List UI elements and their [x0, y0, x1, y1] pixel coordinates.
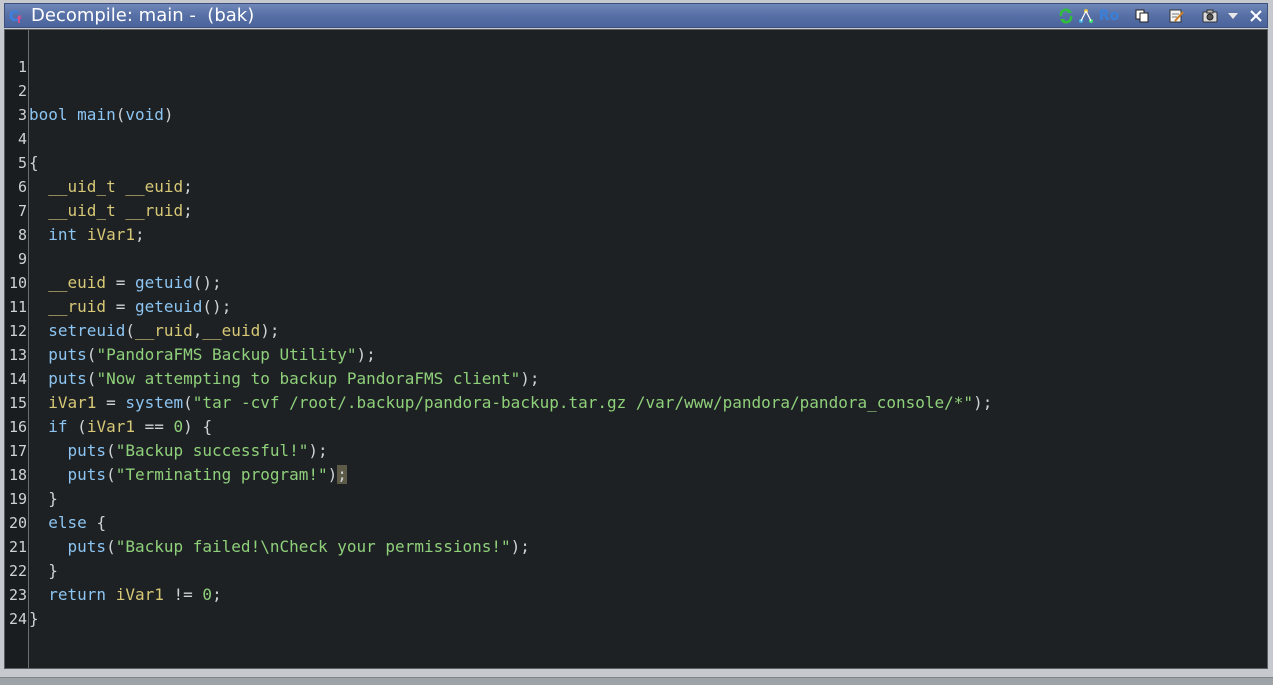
code-line[interactable]: 11 setreuid(__ruid,__euid); — [5, 271, 1265, 340]
code-line[interactable]: 9 __euid = getuid(); — [5, 223, 1265, 292]
close-icon — [1250, 10, 1262, 22]
code-line[interactable]: 1 — [5, 31, 1265, 76]
code-line[interactable]: 7 int iVar1; — [5, 175, 1265, 244]
edit-button[interactable] — [1167, 6, 1185, 26]
code-line[interactable]: 8 — [5, 199, 1265, 244]
copy-icon — [1135, 9, 1149, 23]
code-line[interactable]: 18 } — [5, 439, 1265, 508]
code-line[interactable]: 20 puts("Backup failed!\nCheck your perm… — [5, 487, 1265, 556]
menu-dropdown-button[interactable] — [1225, 6, 1241, 26]
code-line[interactable]: 10 __ruid = geteuid(); — [5, 247, 1265, 316]
graph-icon — [1079, 9, 1093, 23]
code-line[interactable]: 17 puts("Terminating program!"); — [5, 415, 1265, 484]
dropdown-icon — [1228, 13, 1238, 19]
decompiler-icon: C f — [9, 9, 22, 25]
close-button[interactable] — [1247, 6, 1265, 26]
graph-button[interactable] — [1077, 6, 1095, 26]
code-line[interactable]: 16 puts("Backup successful!"); — [5, 391, 1265, 460]
code-line[interactable]: 4 { — [5, 103, 1265, 172]
snapshot-icon — [1202, 9, 1218, 23]
code-line[interactable]: 13 puts("Now attempting to backup Pandor… — [5, 319, 1265, 388]
refresh-button[interactable] — [1057, 6, 1075, 26]
code-line[interactable]: 24 — [5, 583, 1265, 628]
line-number: 24 — [8, 610, 27, 628]
code-line[interactable]: 14 iVar1 = system("tar -cvf /root/.backu… — [5, 343, 1265, 412]
code-line[interactable]: 6 __uid_t __ruid; — [5, 151, 1265, 220]
code-line[interactable]: 21 } — [5, 511, 1265, 580]
read-only-toggle[interactable]: Ro — [1097, 6, 1121, 26]
copy-button[interactable] — [1133, 6, 1151, 26]
code-line[interactable]: 19 else { — [5, 463, 1265, 532]
code-line[interactable]: 3 — [5, 79, 1265, 124]
code-line[interactable]: 22 return iVar1 != 0; — [5, 535, 1265, 604]
snapshot-button[interactable] — [1201, 6, 1219, 26]
decompiler-window: C f Decompile: main - (bak) Ro 1 2 bool … — [0, 0, 1273, 685]
svg-text:f: f — [17, 15, 22, 25]
code-line[interactable]: 2 bool main(void) — [5, 55, 1265, 124]
window-title: Decompile: main - (bak) — [31, 5, 255, 26]
code-line[interactable]: 23 } — [5, 559, 1265, 628]
code-line[interactable]: 12 puts("PandoraFMS Backup Utility"); — [5, 295, 1265, 364]
code-editor[interactable]: 1 2 bool main(void) 3 4 { 5 __uid_t __eu… — [4, 29, 1268, 669]
ro-label: Ro — [1098, 8, 1120, 24]
code-line[interactable]: 15 if (iVar1 == 0) { — [5, 367, 1265, 436]
refresh-icon — [1059, 8, 1073, 24]
status-bar — [0, 669, 1273, 685]
window-titlebar[interactable]: C f Decompile: main - (bak) Ro — [4, 3, 1268, 28]
code-line[interactable]: 5 __uid_t __euid; — [5, 127, 1265, 196]
edit-icon — [1169, 9, 1184, 23]
